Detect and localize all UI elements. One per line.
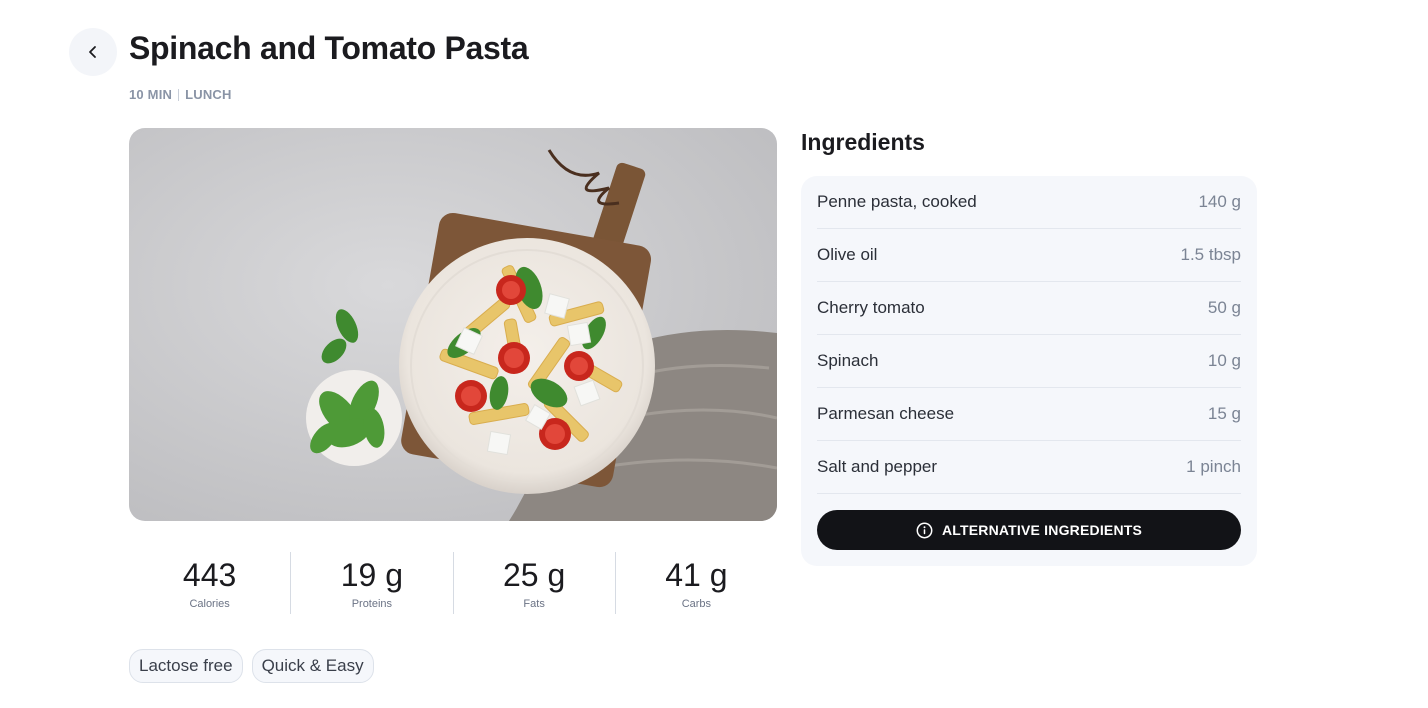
nutrition-label: Calories bbox=[189, 598, 230, 610]
nutrition-label: Fats bbox=[523, 598, 545, 610]
nutrition-value: 443 bbox=[182, 557, 237, 593]
info-icon bbox=[916, 522, 933, 538]
nutrition-calories: 443 Calories bbox=[129, 552, 292, 614]
nutrition-carbs: 41 g Carbs bbox=[616, 552, 777, 614]
recipe-title: Spinach and Tomato Pasta bbox=[129, 30, 529, 66]
alternative-ingredients-label: ALTERNATIVE INGREDIENTS bbox=[941, 522, 1143, 538]
back-button[interactable] bbox=[69, 28, 117, 76]
ingredient-name: Parmesan cheese bbox=[817, 404, 955, 423]
ingredient-quantity: 50 g bbox=[1207, 298, 1241, 317]
ingredient-row: Cherry tomato 50 g bbox=[817, 282, 1241, 335]
meta-divider bbox=[178, 88, 180, 101]
ingredient-quantity: 10 g bbox=[1207, 351, 1241, 370]
ingredient-quantity: 15 g bbox=[1207, 404, 1241, 423]
ingredient-row: Penne pasta, cooked 140 g bbox=[817, 176, 1241, 229]
ingredient-name: Penne pasta, cooked bbox=[817, 192, 977, 211]
nutrition-label: Carbs bbox=[681, 598, 712, 610]
ingredient-quantity: 1 pinch bbox=[1186, 457, 1241, 476]
ingredients-heading: Ingredients bbox=[801, 129, 925, 155]
nutrition-proteins: 19 g Proteins bbox=[291, 552, 454, 614]
recipe-tags: Lactose free Quick & Easy bbox=[129, 649, 374, 683]
recipe-photo bbox=[129, 128, 777, 521]
tag-quick-easy[interactable]: Quick & Easy bbox=[251, 649, 374, 683]
nutrition-fats: 25 g Fats bbox=[454, 552, 616, 614]
ingredient-quantity: 140 g bbox=[1198, 192, 1241, 211]
nutrition-label: Proteins bbox=[351, 598, 393, 610]
ingredient-quantity: 1.5 tbsp bbox=[1180, 245, 1242, 264]
recipe-meta: 10 MIN LUNCH bbox=[129, 87, 232, 102]
ingredients-card: Penne pasta, cooked 140 g Olive oil 1.5 … bbox=[801, 176, 1257, 566]
ingredient-name: Olive oil bbox=[817, 245, 878, 264]
ingredient-row: Spinach 10 g bbox=[817, 335, 1241, 388]
ingredient-row: Salt and pepper 1 pinch bbox=[817, 441, 1241, 494]
ingredient-name: Salt and pepper bbox=[817, 457, 938, 476]
nutrition-summary: 443 Calories 19 g Proteins 25 g Fats 41 … bbox=[129, 552, 777, 614]
tag-lactose-free[interactable]: Lactose free bbox=[129, 649, 243, 683]
ingredient-row: Olive oil 1.5 tbsp bbox=[817, 229, 1241, 282]
nutrition-value: 25 g bbox=[502, 557, 566, 593]
ingredient-name: Cherry tomato bbox=[817, 298, 925, 317]
nutrition-value: 19 g bbox=[340, 557, 404, 593]
ingredient-row: Parmesan cheese 15 g bbox=[817, 388, 1241, 441]
chevron-left-icon bbox=[89, 46, 96, 58]
recipe-meal-type: LUNCH bbox=[185, 87, 232, 102]
recipe-photo-illustration bbox=[129, 128, 777, 521]
recipe-time: 10 MIN bbox=[129, 87, 173, 102]
nutrition-value: 41 g bbox=[665, 557, 728, 593]
ingredient-name: Spinach bbox=[817, 351, 879, 370]
alternative-ingredients-button[interactable]: ALTERNATIVE INGREDIENTS bbox=[817, 510, 1241, 550]
